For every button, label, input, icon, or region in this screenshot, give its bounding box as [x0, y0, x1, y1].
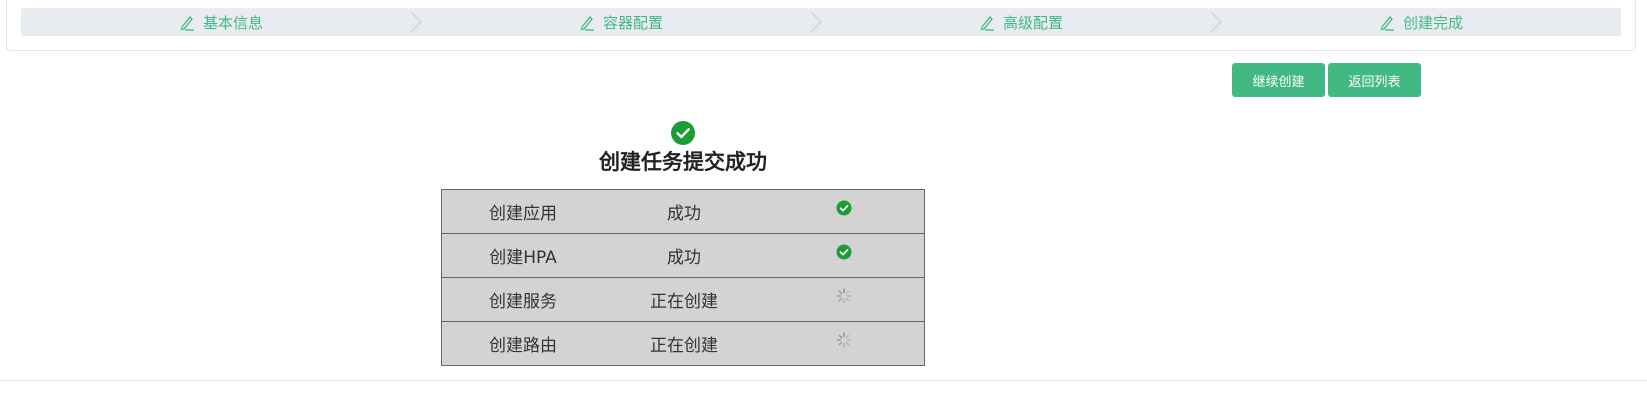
step-label: 创建完成 — [1402, 13, 1463, 32]
step-label: 高级配置 — [1002, 13, 1063, 32]
check-circle-icon — [671, 121, 695, 145]
step-label: 基本信息 — [202, 13, 263, 32]
steps-panel: 基本信息 容器配置 高级配置 创建完成 — [6, 0, 1636, 51]
task-name: 创建HPA — [489, 248, 557, 268]
table-row: 创建路由 正在创建 — [442, 321, 924, 365]
result-title: 创建任务提交成功 — [599, 150, 767, 174]
chevron-right-icon — [1210, 11, 1222, 33]
step-complete[interactable]: 创建完成 — [1221, 8, 1621, 36]
steps-bar: 基本信息 容器配置 高级配置 创建完成 — [21, 8, 1621, 36]
spinner-icon — [836, 332, 852, 347]
pencil-icon — [180, 16, 194, 31]
continue-create-button[interactable]: 继续创建 — [1232, 63, 1325, 97]
step-basic-info[interactable]: 基本信息 — [21, 8, 422, 36]
task-table: 创建应用 成功 创建HPA 成功 创建服务 正在创建 创建路由 正在创建 — [441, 189, 925, 366]
check-circle-icon — [836, 200, 852, 215]
table-row: 创建HPA 成功 — [442, 233, 924, 277]
task-status: 成功 — [667, 248, 701, 268]
spinner-icon — [836, 288, 852, 303]
back-to-list-button[interactable]: 返回列表 — [1328, 63, 1421, 97]
task-name: 创建服务 — [489, 292, 557, 312]
table-row: 创建服务 正在创建 — [442, 277, 924, 321]
pencil-icon — [1380, 16, 1394, 31]
task-status: 正在创建 — [650, 336, 718, 356]
step-advanced-config[interactable]: 高级配置 — [821, 8, 1222, 36]
task-name: 创建应用 — [489, 204, 557, 224]
table-row: 创建应用 成功 — [442, 190, 924, 233]
chevron-right-icon — [810, 11, 822, 33]
step-label: 容器配置 — [602, 13, 663, 32]
footer-divider — [0, 380, 1647, 381]
step-container-config[interactable]: 容器配置 — [421, 8, 822, 36]
check-circle-icon — [836, 244, 852, 259]
pencil-icon — [980, 16, 994, 31]
task-status: 成功 — [667, 204, 701, 224]
pencil-icon — [580, 16, 594, 31]
task-status: 正在创建 — [650, 292, 718, 312]
chevron-right-icon — [410, 11, 422, 33]
task-name: 创建路由 — [489, 336, 557, 356]
